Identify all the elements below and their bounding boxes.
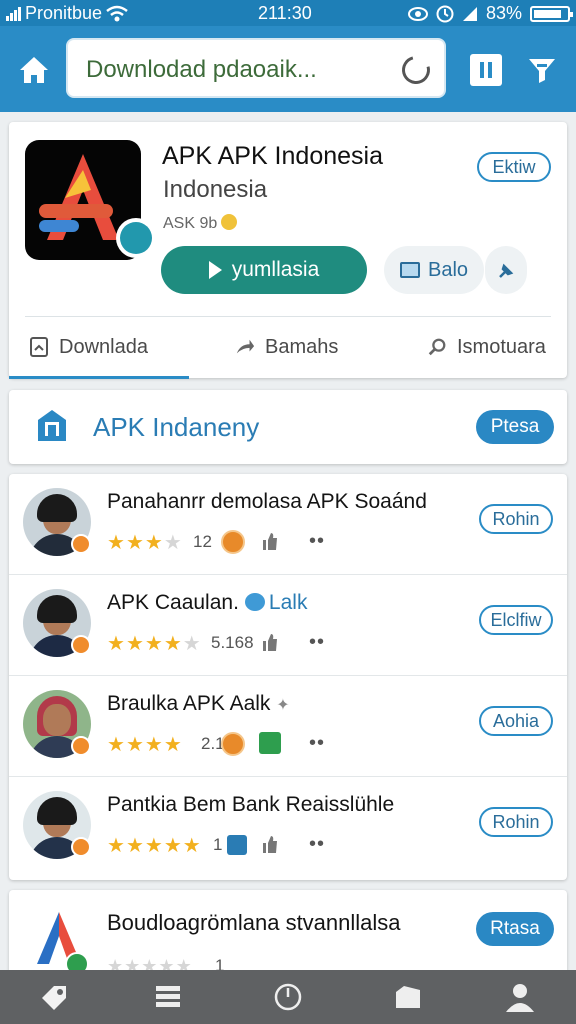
badge-icon <box>71 837 91 857</box>
more-icon[interactable]: •• <box>309 833 325 856</box>
tab-indicator <box>9 376 189 379</box>
media-label: Balo <box>427 258 469 281</box>
play-icon <box>208 261 222 279</box>
media-button[interactable]: Balo <box>384 246 484 294</box>
item-action-button[interactable]: Aohia <box>479 706 553 736</box>
tab-label: Bamahs <box>265 335 339 358</box>
more-icon[interactable]: •• <box>309 732 325 755</box>
wifi-icon <box>106 5 128 21</box>
battery-icon <box>530 5 573 22</box>
item-title: Pantkia Bem Bank Reaisslühle <box>107 793 395 816</box>
list-item[interactable]: Panahanrr demolasa APK Soaánd ★ ★ ★ ★ 12 ••… <box>9 474 567 575</box>
coin-icon <box>221 530 245 554</box>
more-icon[interactable]: •• <box>309 631 325 654</box>
app-list: Panahanrr demolasa APK Soaánd ★ ★ ★ ★ 12 ••… <box>9 474 567 880</box>
tab-search[interactable]: Ismotuara <box>427 318 546 376</box>
section-action-button[interactable]: Ptesa <box>476 410 554 444</box>
status-left: Pronitbue <box>6 3 128 24</box>
pin-button[interactable] <box>485 246 527 294</box>
eye-icon <box>407 6 428 21</box>
section-header: APK Indaneny Ptesa <box>9 390 567 464</box>
tag-icon[interactable] <box>38 982 70 1012</box>
signal-icon <box>6 6 21 21</box>
cell-signal-icon <box>462 6 477 21</box>
more-icon[interactable]: •• <box>309 530 325 553</box>
badge-icon <box>71 534 91 554</box>
rating-count: 12 <box>193 532 212 551</box>
rating-count: 5.168 <box>211 633 254 652</box>
thumbs-up-icon[interactable] <box>261 530 279 552</box>
tab-bar: Downlada Bamahs Ismotuara <box>9 318 567 376</box>
item-action-button[interactable]: Rohin <box>479 504 553 534</box>
list-item[interactable]: Braulka APK Aalk ✦ ★ ★ ★ ★ 2.1 •• Aohia <box>9 676 567 777</box>
pause-icon[interactable] <box>470 54 502 86</box>
search-icon <box>428 338 446 356</box>
top-app-bar: Downlodad pdaoaik... <box>0 26 576 112</box>
home-icon[interactable] <box>16 52 52 88</box>
search-bar[interactable]: Downlodad pdaoaik... <box>66 38 446 98</box>
list-item[interactable]: Pantkia Bem Bank Reaisslühle ★ ★ ★ ★ ★ 1 •• … <box>9 777 567 878</box>
folder-icon[interactable] <box>392 982 424 1012</box>
filter-icon[interactable] <box>524 52 560 88</box>
alarm-icon <box>436 5 454 22</box>
item-title: Braulka APK Aalk ✦ <box>107 692 290 715</box>
app-meta-text: ASK 9b <box>163 215 218 232</box>
follow-button[interactable]: Ektiw <box>477 152 551 182</box>
download-icon[interactable] <box>259 732 281 754</box>
battery-percent: 83% <box>485 3 522 23</box>
divider <box>25 316 551 317</box>
app-title: APK APK Indonesia <box>162 142 383 170</box>
section-title: APK Indaneny <box>93 412 260 442</box>
clock-icon[interactable] <box>272 982 304 1012</box>
badge-icon <box>71 736 91 756</box>
verified-badge-icon <box>116 218 156 258</box>
star-rating: ★ ★ ★ ★ ★ <box>107 835 201 857</box>
app-developer: Indonesia <box>163 176 268 203</box>
info-icon <box>227 835 247 855</box>
store-icon <box>38 410 66 441</box>
partial-list-item[interactable]: Boudloagrömlana stvannllalsa Rtasa ★ ★ ★ ★ ★… <box>9 890 567 980</box>
bookmark-icon <box>30 337 48 357</box>
item-action-button[interactable]: Elclfiw <box>479 605 553 635</box>
app-header-card: APK APK Indonesia Indonesia ASK 9b Ektiw… <box>9 122 567 379</box>
star-rating: ★ ★ ★ ★ <box>107 532 182 554</box>
item-title: APK Caaulan. Lalk <box>107 591 308 614</box>
star-rating: ★ ★ ★ ★ <box>107 734 182 756</box>
thumbs-up-icon[interactable] <box>261 631 279 653</box>
tab-label: Downlada <box>59 335 148 358</box>
item-action-button[interactable]: Rtasa <box>476 912 554 946</box>
star-rating: ★ ★ ★ ★ ★ <box>107 633 201 655</box>
app-icon[interactable] <box>25 140 156 260</box>
stack-icon[interactable] <box>152 982 184 1012</box>
rating-count: 1 <box>213 835 223 854</box>
coin-icon <box>221 732 245 756</box>
pin-icon: ✦ <box>276 697 290 714</box>
image-icon <box>399 262 420 278</box>
status-bar: Pronitbue 211:30 83% <box>0 0 576 26</box>
search-input[interactable]: Downlodad pdaoaik... <box>86 56 317 84</box>
status-right: 83% <box>407 3 573 24</box>
badge-icon <box>71 635 91 655</box>
list-item[interactable]: APK Caaulan. Lalk ★ ★ ★ ★ ★ 5.168 •• Elclfiw <box>9 575 567 676</box>
app-meta: ASK 9b <box>163 214 238 233</box>
tab-label: Ismotuara <box>457 335 546 358</box>
share-icon <box>236 339 255 354</box>
pin-icon <box>499 263 514 278</box>
install-label: yumllasia <box>231 258 320 281</box>
thumbs-up-icon[interactable] <box>261 833 279 855</box>
install-button[interactable]: yumllasia <box>161 246 367 294</box>
profile-icon[interactable] <box>504 982 536 1012</box>
coin-icon <box>221 214 238 230</box>
tab-share[interactable]: Bamahs <box>235 318 338 376</box>
tab-downloads[interactable]: Downlada <box>29 318 148 376</box>
carrier-name: Pronitbue <box>25 3 103 23</box>
item-action-button[interactable]: Rohin <box>479 807 553 837</box>
bottom-navigation <box>0 970 576 1024</box>
chat-icon <box>244 593 265 611</box>
clock: 211:30 <box>258 3 312 23</box>
item-title: Panahanrr demolasa APK Soaánd <box>107 490 427 513</box>
refresh-icon[interactable] <box>396 50 436 90</box>
item-title: Boudloagrömlana stvannllalsa <box>107 910 401 935</box>
